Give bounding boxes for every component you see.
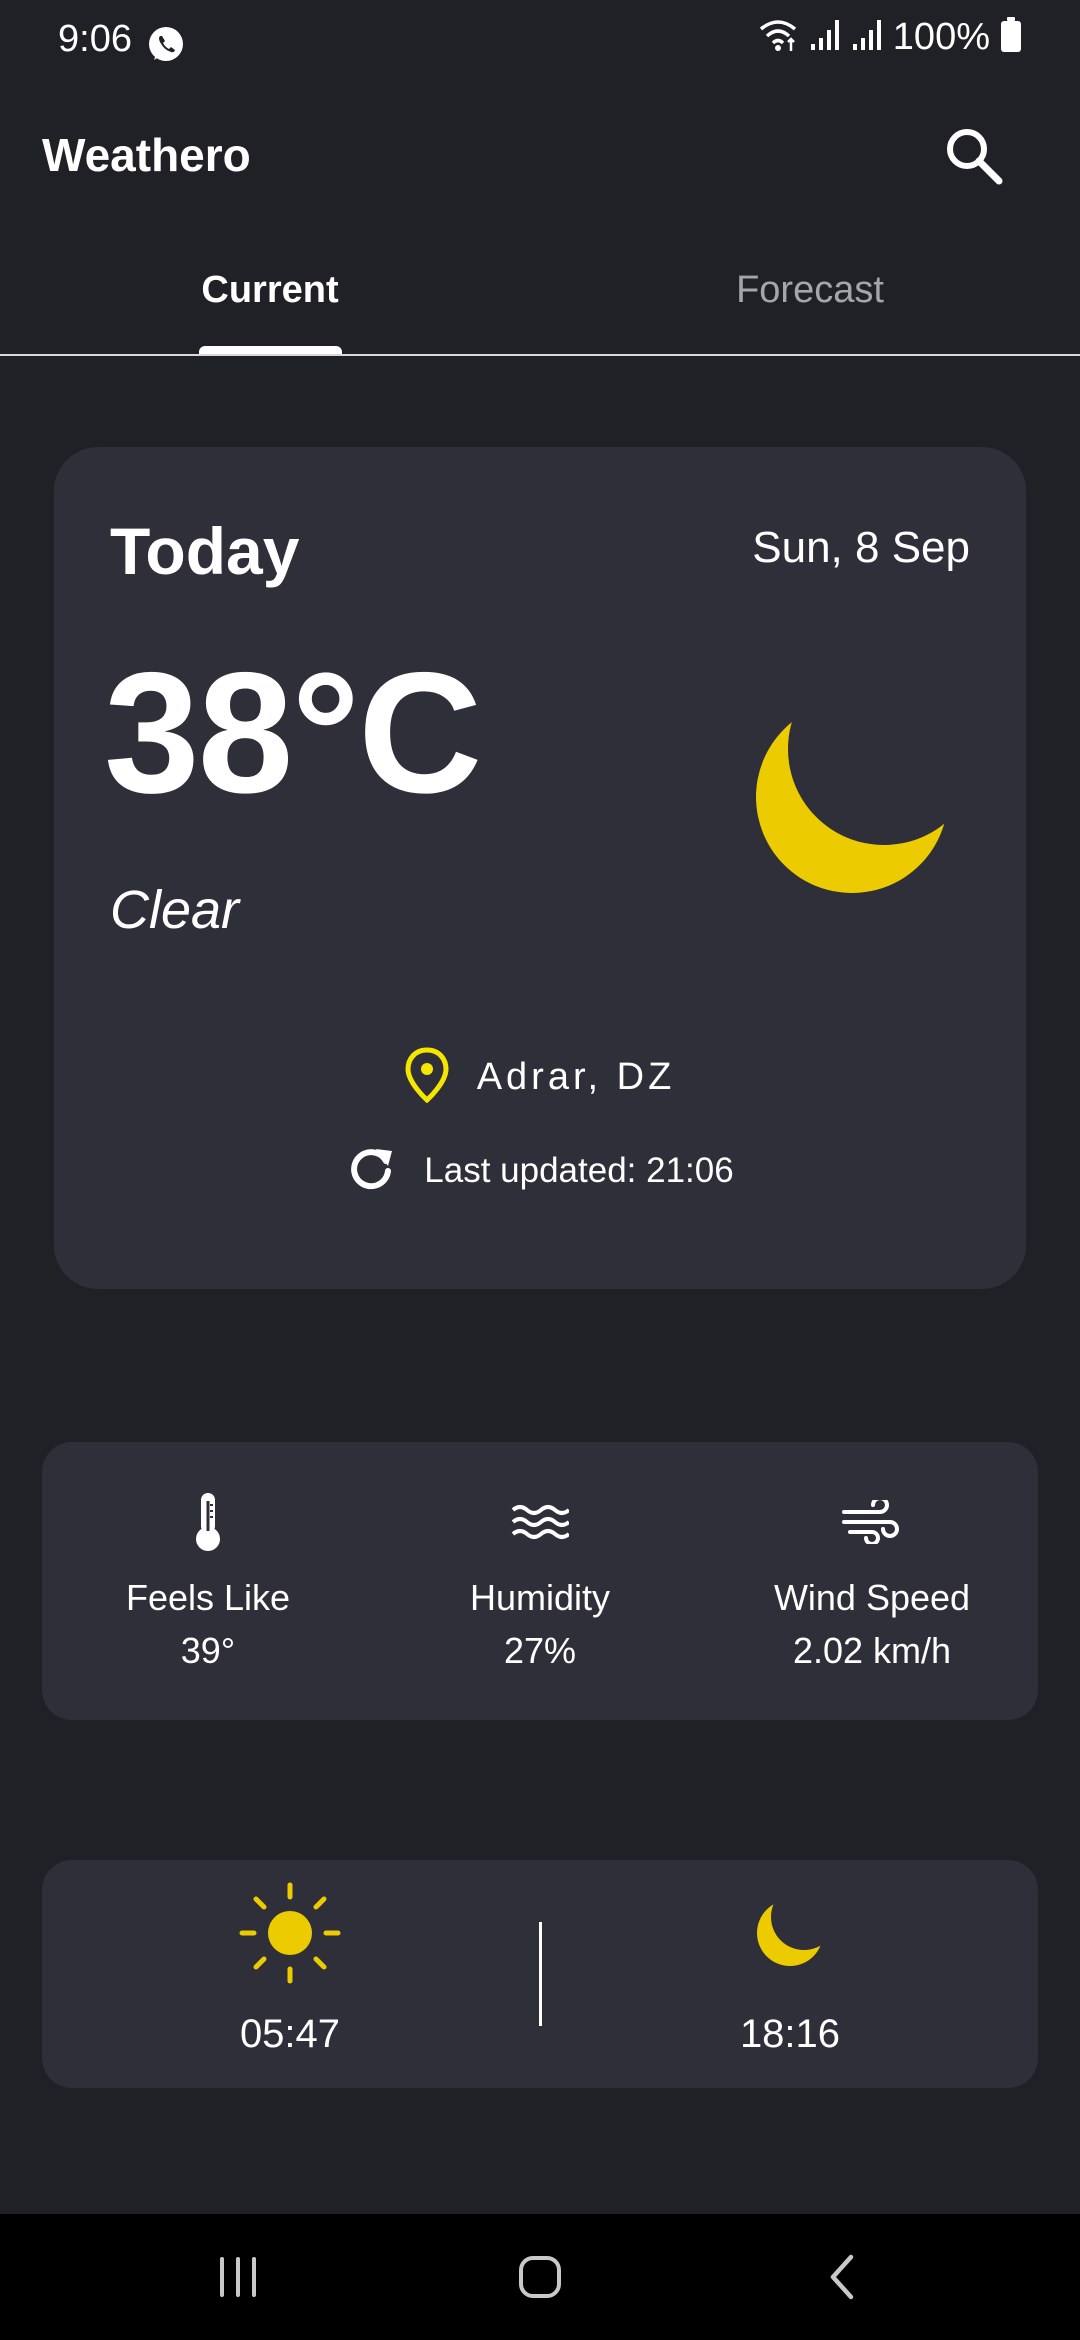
humidity-item: Humidity 27%: [374, 1442, 706, 1720]
wifi-icon: [757, 17, 799, 58]
location-name: Adrar, DZ: [476, 1056, 676, 1098]
system-nav-bar: [0, 2214, 1080, 2340]
last-updated-row: Last updated: 21:06: [54, 1143, 1026, 1198]
feels-like-item: Feels Like 39°: [42, 1442, 374, 1720]
location-row: Adrar, DZ: [54, 1047, 1026, 1108]
humidity-waves-icon: [374, 1486, 706, 1558]
battery-icon: [1000, 17, 1022, 58]
status-bar: 9:06 100%: [0, 0, 1080, 84]
wind-icon: [706, 1486, 1038, 1558]
tab-indicator: [199, 346, 342, 354]
today-date: Sun, 8 Sep: [752, 523, 970, 572]
search-button[interactable]: [934, 118, 1014, 198]
weather-details-card: Feels Like 39° Humidity 27% Wind Speed 2…: [42, 1442, 1038, 1720]
current-weather-card: Today Sun, 8 Sep 38°C Clear Adrar, DZ La…: [54, 447, 1026, 1289]
weather-screen: 9:06 100% Weathero Current Forecast Toda…: [0, 0, 1080, 2340]
location-pin-icon: [405, 1047, 449, 1108]
status-time: 9:06: [58, 18, 132, 60]
sunrise-sunset-card: 05:47 18:16: [42, 1860, 1038, 2088]
humidity-value: 27%: [503, 1630, 577, 1671]
sun-divider: [539, 1922, 542, 2026]
search-icon: [943, 125, 1005, 192]
sunset-item: 18:16: [580, 1860, 1000, 2088]
wind-speed-value: 2.02 km/h: [792, 1630, 952, 1671]
sunrise-time: 05:47: [239, 2012, 341, 2056]
today-label: Today: [110, 514, 300, 588]
weather-condition: Clear: [110, 880, 240, 940]
feels-like-value: 39°: [180, 1630, 236, 1671]
wind-speed-label: Wind Speed: [773, 1577, 971, 1618]
sunrise-item: 05:47: [80, 1860, 500, 2088]
moon-icon: [580, 1878, 1000, 1988]
moon-icon: [734, 687, 964, 917]
tab-forecast[interactable]: Forecast: [540, 238, 1080, 354]
wind-speed-item: Wind Speed 2.02 km/h: [706, 1442, 1038, 1720]
recent-apps-icon[interactable]: [178, 2234, 298, 2320]
humidity-label: Humidity: [469, 1577, 611, 1618]
back-icon[interactable]: [782, 2234, 902, 2320]
thermometer-icon: [42, 1486, 374, 1558]
whatsapp-icon: [146, 24, 186, 69]
app-title: Weathero: [42, 129, 251, 181]
tab-current[interactable]: Current: [0, 238, 540, 354]
tab-bar: Current Forecast: [0, 238, 1080, 356]
signal-icon: [851, 18, 883, 57]
home-icon[interactable]: [480, 2234, 600, 2320]
temperature: 38°C: [104, 637, 482, 829]
status-icons: 100%: [757, 16, 1022, 59]
feels-like-label: Feels Like: [125, 1577, 291, 1618]
refresh-icon[interactable]: [346, 1143, 396, 1198]
last-updated-text: Last updated: 21:06: [424, 1150, 734, 1190]
sun-icon: [80, 1878, 500, 1988]
sunset-time: 18:16: [739, 2012, 841, 2056]
battery-percent: 100%: [892, 16, 990, 58]
signal-icon: [809, 18, 841, 57]
